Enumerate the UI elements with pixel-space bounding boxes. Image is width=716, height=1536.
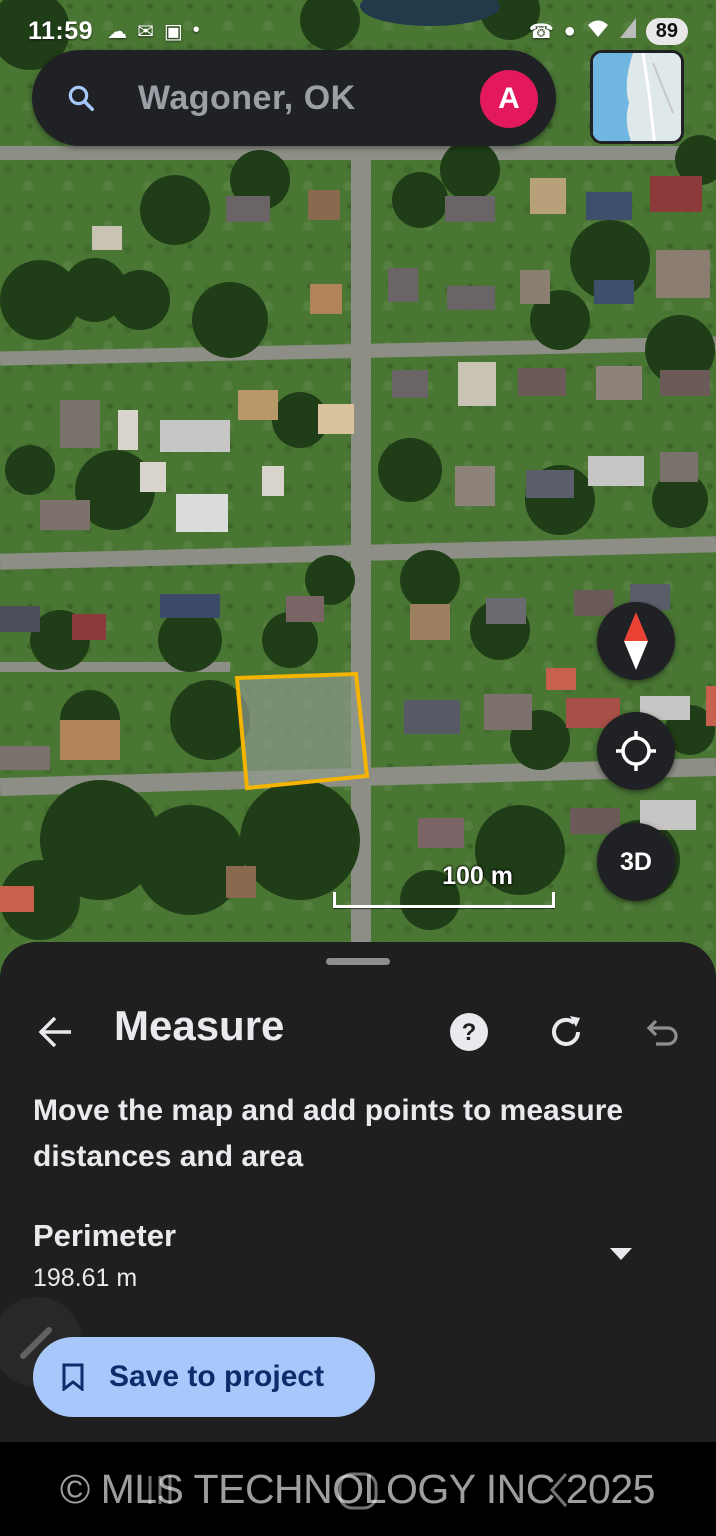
reset-icon[interactable] xyxy=(544,1010,588,1054)
3d-toggle-button[interactable]: 3D xyxy=(597,823,675,901)
battery-indicator: 89 xyxy=(645,17,688,45)
back-arrow-icon[interactable] xyxy=(36,1012,76,1052)
signal-icon xyxy=(619,18,636,44)
map-layer-thumbnail[interactable] xyxy=(590,50,684,144)
drag-handle[interactable] xyxy=(326,958,390,965)
screenshot-icon: ▣ xyxy=(163,20,183,43)
perimeter-label: Perimeter xyxy=(33,1218,177,1253)
search-input[interactable]: Wagoner, OK xyxy=(138,79,356,118)
snapchat-icon: ☁ xyxy=(107,20,128,43)
scale-label: 100 m xyxy=(442,862,513,890)
map-scale: 100 m xyxy=(333,860,555,908)
save-label: Save to project xyxy=(109,1360,325,1393)
search-icon[interactable] xyxy=(66,83,96,113)
mail-icon: ✉ xyxy=(137,20,154,43)
dot-icon: • xyxy=(192,18,200,41)
scale-bar xyxy=(333,892,555,908)
svg-text:?: ? xyxy=(462,1019,477,1046)
location-icon: ● xyxy=(563,19,576,42)
map-thumbnail-icon xyxy=(593,53,681,141)
bookmark-icon xyxy=(62,1363,84,1391)
measure-instructions: Move the map and add points to measure d… xyxy=(33,1094,624,1173)
help-icon[interactable]: ? xyxy=(447,1010,491,1054)
compass-icon xyxy=(624,612,648,670)
copyright-watermark: © MLS TECHNOLOGY INC 2025 xyxy=(60,1466,655,1512)
measure-sheet: Measure ? Move the map and add points to… xyxy=(0,942,716,1442)
measure-polygon[interactable] xyxy=(234,671,370,791)
sheet-header: Measure ? xyxy=(0,998,716,1062)
avatar[interactable]: A xyxy=(480,70,538,128)
wifi-icon xyxy=(586,18,610,44)
crosshair-icon xyxy=(616,731,656,771)
no-call-icon: ☎ xyxy=(528,20,554,43)
dropdown-arrow-icon[interactable] xyxy=(608,1246,634,1262)
search-bar[interactable]: Wagoner, OK A xyxy=(32,50,556,146)
notification-icons: ☁ ✉ ▣ • xyxy=(107,19,200,44)
my-location-button[interactable] xyxy=(597,712,675,790)
save-to-project-button[interactable]: Save to project xyxy=(33,1337,375,1417)
undo-icon[interactable] xyxy=(640,1010,684,1054)
perimeter-value: 198.61 m xyxy=(33,1264,138,1292)
compass-button[interactable] xyxy=(597,602,675,680)
status-time: 11:59 xyxy=(28,16,94,45)
page-title: Measure xyxy=(114,1002,285,1049)
system-icons: ☎ ● 89 xyxy=(528,17,688,45)
